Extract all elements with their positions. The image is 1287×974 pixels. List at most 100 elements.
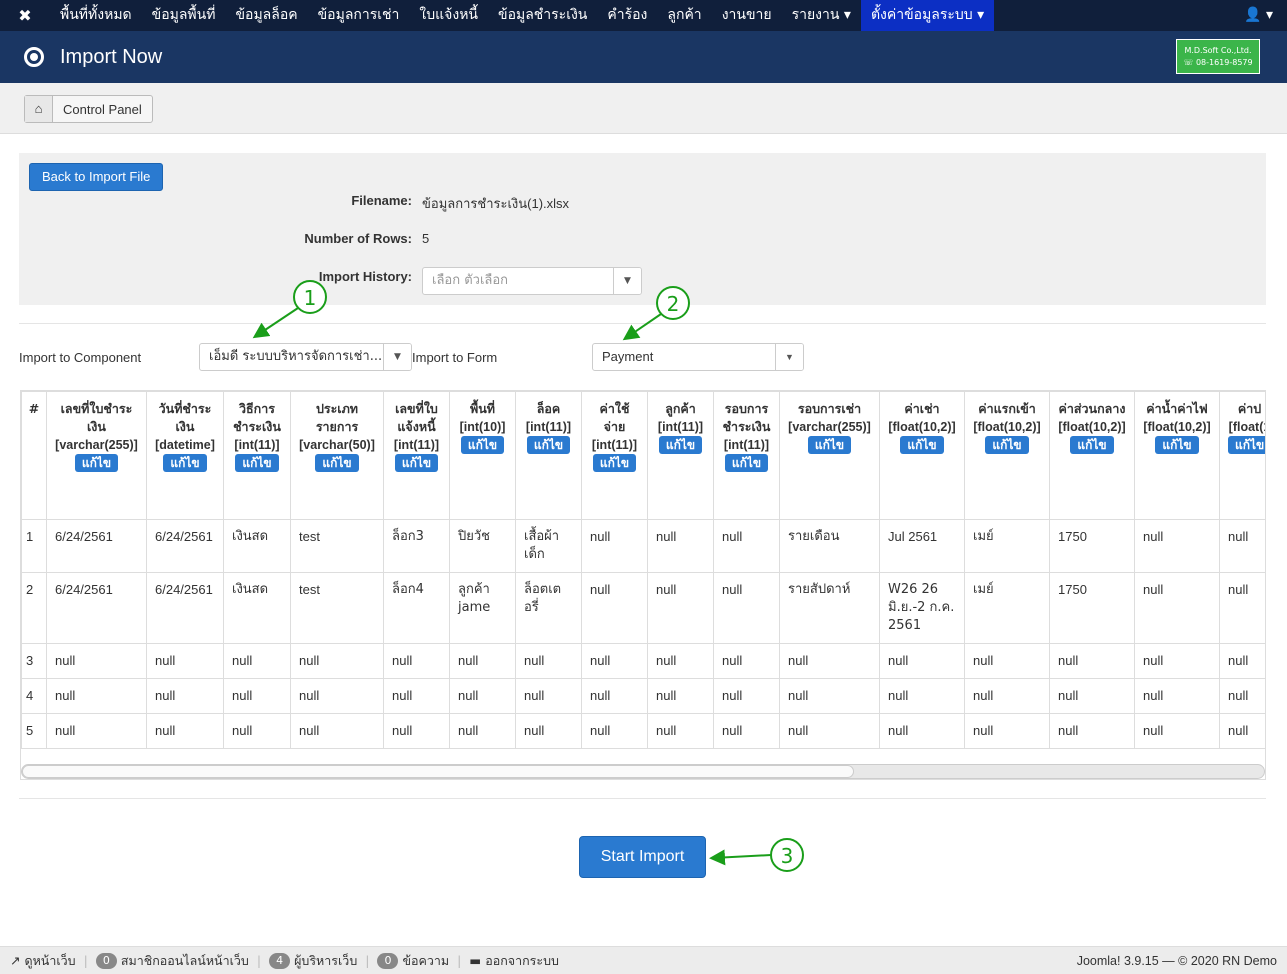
table-cell: null: [964, 678, 1050, 714]
column-header: ค่าเช่า [float(10,2)] แก้ไข: [879, 391, 965, 520]
visitors-link[interactable]: สมาชิกออนไลน์หน้าเว็บ: [121, 951, 249, 971]
version-text: Joomla! 3.9.15 — © 2020 RN Demo: [1076, 953, 1277, 968]
messages-count-badge: 0: [377, 952, 399, 969]
table-cell: null: [1219, 678, 1265, 714]
view-site-link[interactable]: ดูหน้าเว็บ: [24, 951, 75, 971]
column-name: รอบการเช่า: [797, 401, 862, 416]
table-cell: null: [383, 678, 450, 714]
edit-column-button[interactable]: แก้ไข: [74, 454, 119, 472]
history-label: Import History:: [318, 269, 412, 284]
table-cell: null: [383, 713, 450, 749]
table-cell: null: [449, 643, 516, 679]
column-name: รอบการชำระเงิน: [722, 401, 771, 434]
horizontal-scrollbar[interactable]: [21, 764, 1265, 779]
messages-link[interactable]: ข้อความ: [402, 951, 449, 971]
logout-link[interactable]: ออกจากระบบ: [485, 951, 559, 971]
joomla-logo-icon[interactable]: ✖: [0, 6, 50, 25]
divider: [19, 798, 1266, 799]
table-cell: null: [1219, 572, 1265, 644]
edit-column-button[interactable]: แก้ไข: [658, 436, 703, 454]
table-cell: null: [1134, 678, 1220, 714]
user-menu[interactable]: 👤 ▾: [1234, 0, 1287, 31]
table-cell: null: [647, 678, 714, 714]
edit-column-button[interactable]: แก้ไข: [985, 436, 1029, 454]
table-cell: null: [46, 643, 147, 679]
table-cell: 6/24/2561: [146, 519, 224, 573]
edit-column-button[interactable]: แก้ไข: [460, 436, 505, 454]
nav-item[interactable]: ข้อมูลการเช่า: [308, 0, 410, 31]
edit-column-button[interactable]: แก้ไข: [1155, 436, 1199, 454]
table-cell: null: [581, 572, 648, 644]
table-cell: null: [581, 643, 648, 679]
nav-item[interactable]: ลูกค้า: [657, 0, 711, 31]
edit-column-button[interactable]: แก้ไข: [394, 454, 439, 472]
nav-item[interactable]: รายงาน ▾: [782, 0, 861, 31]
table-cell: null: [223, 678, 291, 714]
start-import-button[interactable]: Start Import: [579, 836, 706, 878]
rows-value: 5: [422, 231, 430, 246]
table-row: 4 null null null null null null null null null nul…: [21, 678, 1265, 714]
column-header: รอบการเช่า [varchar(255)] แก้ไข: [779, 391, 880, 520]
column-name: ค่าป: [1237, 401, 1262, 416]
table-cell: null: [146, 713, 224, 749]
chevron-down-icon: ▼: [613, 268, 641, 294]
nav-item[interactable]: คำร้อง: [597, 0, 657, 31]
nav-item[interactable]: ข้อมูลล็อค: [225, 0, 307, 31]
nav-item[interactable]: พื้นที่ทั้งหมด: [50, 0, 142, 31]
edit-column-button[interactable]: แก้ไข: [900, 436, 944, 454]
scrollbar-thumb[interactable]: [22, 765, 854, 778]
preview-table-container: # เลขที่ใบชำระเงิน [varchar(255)] แก้ไข วันท…: [20, 390, 1266, 780]
column-type: [int(11)]: [234, 438, 280, 452]
edit-column-button[interactable]: แก้ไข: [163, 454, 207, 472]
toolbar: ⌂ Control Panel: [0, 83, 1287, 134]
component-select[interactable]: เอ็มดี ระบบบริหารจัดการเช่า... ▼: [199, 343, 412, 371]
back-to-import-file-button[interactable]: Back to Import File: [29, 163, 164, 191]
table-cell: ปิยวัช: [449, 519, 516, 573]
table-cell: null: [1219, 519, 1265, 573]
edit-column-button[interactable]: แก้ไข: [592, 454, 637, 472]
column-header: วันที่ชำระเงิน [datetime] แก้ไข: [146, 391, 224, 520]
table-cell: เงินสด: [223, 572, 291, 644]
table-cell: null: [713, 519, 780, 573]
edit-column-button[interactable]: แก้ไข: [1228, 436, 1265, 454]
component-label: Import to Component: [19, 350, 142, 365]
column-name: วันที่ชำระเงิน: [158, 401, 212, 434]
edit-column-button[interactable]: แก้ไข: [235, 454, 279, 472]
nav-item[interactable]: ตั้งค่าข้อมูลระบบ ▾: [860, 0, 995, 31]
table-cell: null: [779, 643, 880, 679]
table-row: 2 6/24/2561 6/24/2561 เงินสด test ล็อก4 ลูกค้า…: [21, 572, 1265, 644]
table-cell: null: [1134, 572, 1220, 644]
import-info-panel: Back to Import File Filename: ข้อมูลการช…: [19, 153, 1266, 305]
edit-column-button[interactable]: แก้ไข: [526, 436, 571, 454]
edit-column-button[interactable]: แก้ไข: [315, 454, 359, 472]
nav-item[interactable]: งานขาย: [712, 0, 782, 31]
table-cell: test: [290, 572, 384, 644]
table-cell: null: [1219, 643, 1265, 679]
admins-link[interactable]: ผู้บริหารเว็บ: [294, 951, 357, 971]
edit-column-button[interactable]: แก้ไข: [724, 454, 769, 472]
column-name: ค่าส่วนกลาง: [1058, 401, 1126, 416]
table-cell: null: [449, 678, 516, 714]
table-cell: null: [779, 713, 880, 749]
table-cell: null: [779, 678, 880, 714]
brand-name: M.D.Soft Co.,Ltd.: [1184, 46, 1252, 55]
table-cell: null: [647, 713, 714, 749]
table-cell: เมย์: [964, 572, 1050, 644]
table-cell: null: [713, 643, 780, 679]
control-panel-button[interactable]: ⌂ Control Panel: [24, 95, 153, 123]
edit-column-button[interactable]: แก้ไข: [1070, 436, 1114, 454]
nav-item[interactable]: ข้อมูลชำระเงิน: [488, 0, 597, 31]
nav-item[interactable]: ข้อมูลพื้นที่: [142, 0, 226, 31]
table-cell: null: [46, 713, 147, 749]
edit-column-button[interactable]: แก้ไข: [807, 436, 852, 454]
filename-value: ข้อมูลการชำระเงิน(1).xlsx: [422, 196, 570, 211]
import-history-select[interactable]: เลือก ตัวเลือก ▼: [422, 267, 642, 295]
top-navbar: ✖ พื้นที่ทั้งหมด ข้อมูลพื้นที่ ข้อมูลล็อคข…: [0, 0, 1287, 31]
table-cell: 1: [21, 519, 47, 573]
column-header: ค่าใช้จ่าย [int(11)] แก้ไข: [581, 391, 648, 520]
form-select[interactable]: Payment ▼: [592, 343, 804, 371]
control-panel-label: Control Panel: [63, 101, 142, 117]
nav-item[interactable]: ใบแจ้งหนี้: [409, 0, 488, 31]
visitors-count-badge: 0: [95, 952, 117, 969]
column-name: ค่าใช้จ่าย: [599, 401, 630, 434]
